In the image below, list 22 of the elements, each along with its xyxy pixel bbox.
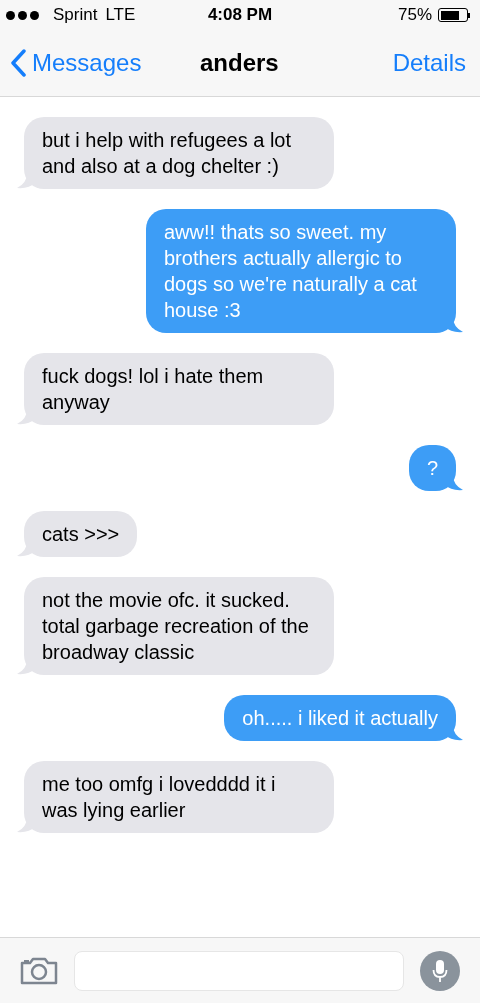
message-bubble: fuck dogs! lol i hate them anyway: [24, 353, 334, 425]
back-button[interactable]: Messages: [10, 45, 142, 81]
network-label: LTE: [105, 4, 136, 27]
chevron-left-icon: [10, 49, 26, 77]
message-bubble: ?: [408, 445, 456, 491]
message-bubble: oh..... i liked it actually: [224, 695, 456, 741]
message-bubble: cats >>>: [24, 511, 138, 557]
battery-icon: [438, 8, 470, 22]
message-bubble: me too omfg i lovedddd it i was lying earlier: [24, 761, 334, 833]
message-input-field[interactable]: [74, 950, 404, 991]
message-bubble: but i help with refugees a lot and also at a dog chelter :): [24, 117, 334, 189]
camera-icon[interactable]: [20, 956, 58, 985]
status-time: 4:08 PM: [207, 4, 273, 27]
carrier-label: Sprint: [53, 4, 98, 27]
message-bubble: aww!! thats so sweet. my brothers actually allergic to dogs so we're naturally a cat house :3: [146, 209, 456, 333]
contact-name: anders: [200, 48, 279, 78]
details-button[interactable]: Details: [392, 45, 466, 81]
microphone-button[interactable]: [420, 950, 460, 991]
battery-percent: 75%: [397, 4, 432, 27]
microphone-icon: [432, 958, 448, 983]
signal-icon: [6, 10, 39, 20]
message-bubble: not the movie ofc. it sucked. total garbage recreation of the broadway classic: [24, 577, 334, 675]
